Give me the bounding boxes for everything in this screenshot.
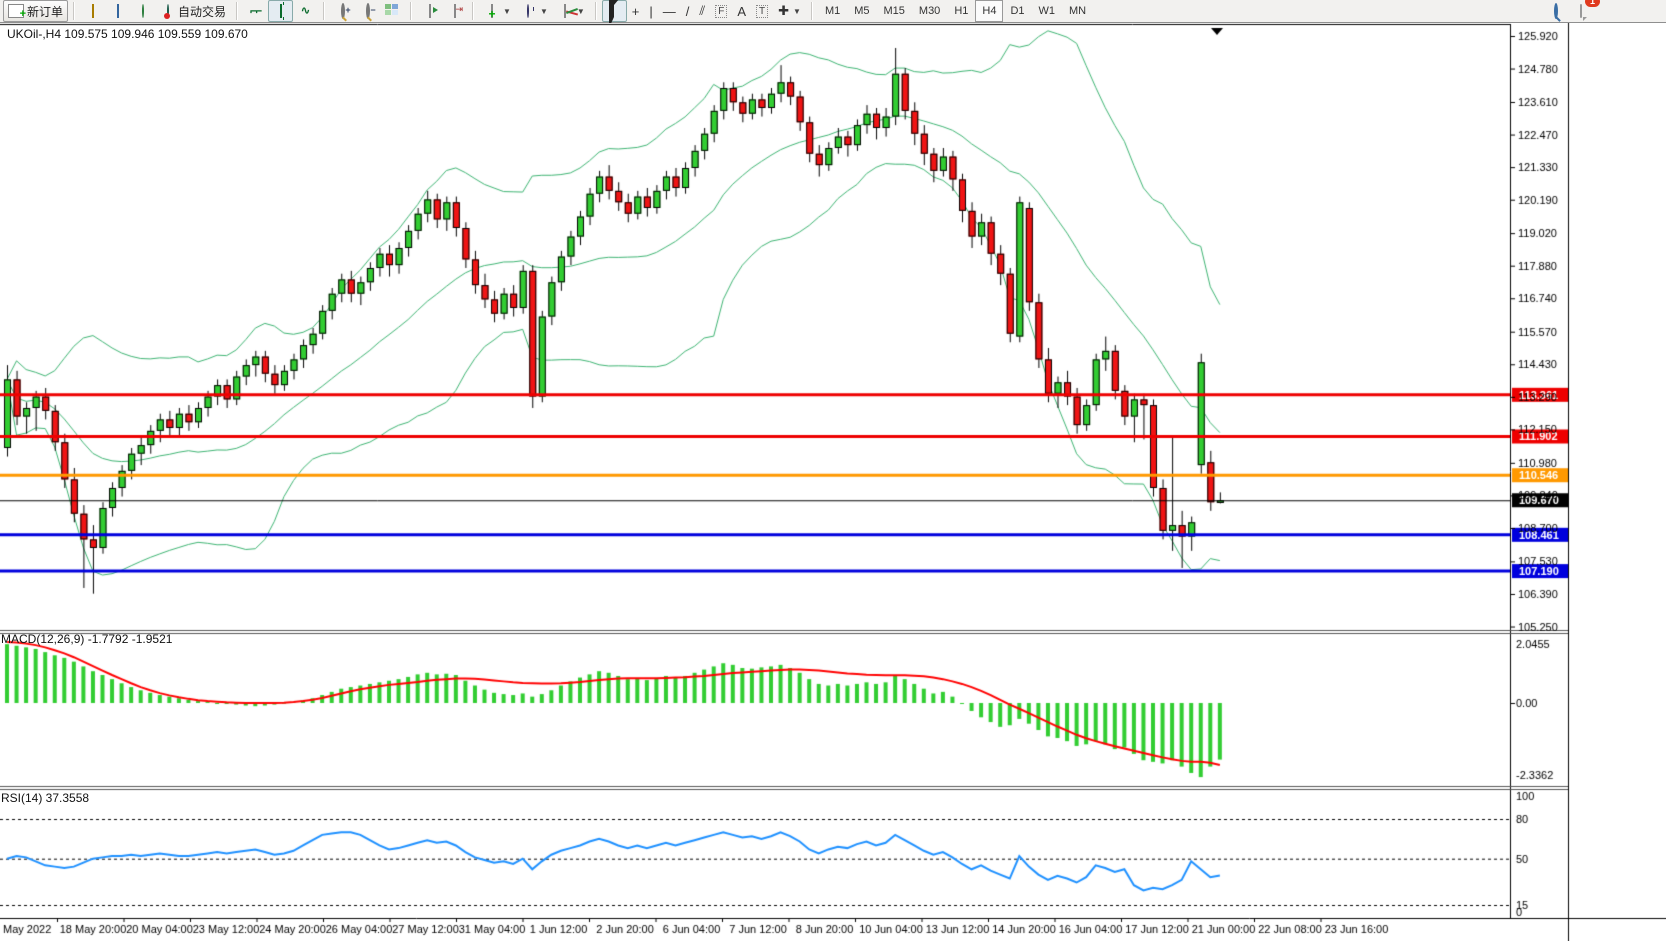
new-chart-icon [491,4,493,18]
toolbar-separator [811,2,813,20]
periods-button[interactable]: ▼ [516,0,553,22]
cursor-tool-button[interactable] [602,0,627,22]
autotrading-icon [167,4,169,18]
timeframe-m1-button[interactable]: M1 [818,0,847,22]
navigator-button[interactable] [130,0,155,22]
clock-icon [527,4,529,18]
toolbar-separator [595,2,597,20]
chart-canvas[interactable] [0,23,1666,941]
vertical-line-tool-button[interactable]: | [644,0,657,22]
crosshair-tool-button[interactable]: + [627,0,645,22]
line-chart-icon: ∿ [298,4,313,19]
line-chart-button[interactable]: ∿ [293,0,318,22]
autotrading-button[interactable]: 自动交易 [155,0,231,22]
chat-unread-badge: 1 [1585,0,1600,7]
tile-windows-icon [385,4,398,15]
timeframe-d1-button[interactable]: D1 [1003,0,1031,22]
chat-button[interactable]: 1 [1568,0,1593,22]
text-label-icon: T [756,5,768,18]
zoom-in-button[interactable]: + [330,0,355,22]
zoom-in-icon: + [341,3,345,19]
timeframe-group: M1M5M15M30H1H4D1W1MN [815,0,1096,22]
chevron-down-icon: ▼ [540,7,548,16]
toolbar-separator [410,2,412,20]
timeframe-m30-button[interactable]: M30 [912,0,947,22]
auto-scroll-icon [429,4,431,18]
chart-shift-button[interactable] [442,0,467,22]
timeframe-m15-button[interactable]: M15 [877,0,912,22]
horizontal-line-tool-button[interactable]: — [658,0,681,22]
search-icon [1554,3,1558,19]
arrows-tool-button[interactable]: ✚▼ [773,0,806,22]
arrows-icon: ✚ [778,3,789,19]
candlestick-chart-icon [280,4,282,18]
chart-window: UKOil-,H4 109.575 109.946 109.559 109.67… [0,23,1666,941]
market-watch-icon [117,4,119,18]
timeframe-h1-button[interactable]: H1 [947,0,975,22]
timeframe-m5-button[interactable]: M5 [847,0,876,22]
bar-chart-button[interactable]: ⌐⌐ [243,0,268,22]
navigator-icon [142,4,144,18]
timeframe-w1-button[interactable]: W1 [1032,0,1063,22]
trendline-icon: / [686,4,690,19]
equidistant-channel-tool-button[interactable]: ⫽ [694,0,710,22]
toolbar-separator [73,2,75,20]
bar-chart-icon: ⌐⌐ [248,4,263,19]
quotes-icon [92,4,94,18]
chat-icon [1580,4,1582,18]
equidistant-channel-icon: ⫽ [699,3,705,19]
market-watch-button[interactable] [105,0,130,22]
text-tool-button[interactable]: A [732,0,751,22]
vertical-line-icon: | [649,4,652,19]
main-toolbar: 新订单 自动交易 ⌐⌐ ∿ + − ▼ ▼ ▼ + | — / [0,0,1666,23]
new-chart-button[interactable]: ▼ [479,0,516,22]
new-order-button[interactable]: 新订单 [3,0,68,22]
quotes-button[interactable] [80,0,105,22]
trendline-tool-button[interactable]: / [681,0,695,22]
toolbar-separator [236,2,238,20]
chevron-down-icon: ▼ [577,7,585,16]
auto-scroll-button[interactable] [417,0,442,22]
toolbar-separator [323,2,325,20]
toolbar-separator [472,2,474,20]
search-button[interactable] [1543,0,1568,22]
fibonacci-tool-button[interactable]: F [710,0,732,22]
horizontal-line-icon: — [663,4,676,19]
tile-windows-button[interactable] [380,0,405,22]
new-order-label: 新订单 [27,3,63,20]
candlestick-chart-button[interactable] [268,0,293,22]
zoom-out-button[interactable]: − [355,0,380,22]
indicators-button[interactable]: ▼ [553,0,590,22]
zoom-out-icon: − [366,3,370,19]
text-label-tool-button[interactable]: T [751,0,773,22]
autotrading-label: 自动交易 [178,3,226,20]
crosshair-icon: + [632,4,640,19]
new-order-icon [8,4,24,18]
chevron-down-icon: ▼ [503,7,511,16]
fibonacci-icon: F [715,5,727,18]
chevron-down-icon: ▼ [793,7,801,16]
indicators-icon [564,4,566,18]
timeframe-mn-button[interactable]: MN [1062,0,1093,22]
timeframe-h4-button[interactable]: H4 [975,0,1003,22]
chart-shift-icon [454,4,456,18]
text-icon: A [737,4,746,19]
